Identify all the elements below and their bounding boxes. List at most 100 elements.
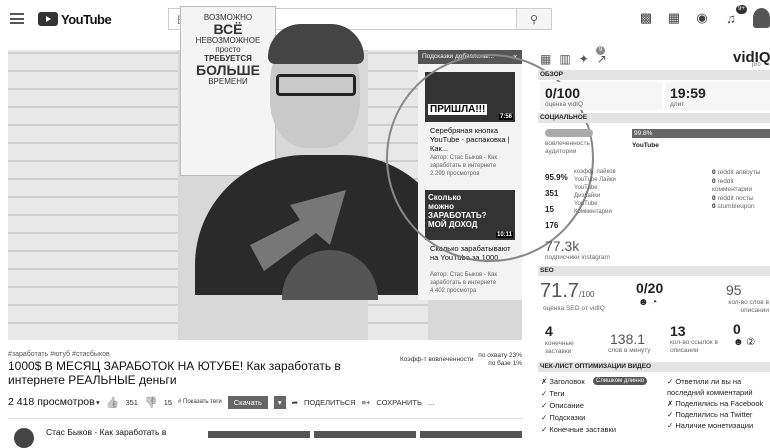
logo-text: YouTube [61,11,112,27]
engagement-label: вовлеченность [545,140,590,147]
user-avatar[interactable] [753,8,770,28]
messages-icon[interactable]: ◉ [693,9,711,27]
poster-line: НЕВОЗМОЖНОЕ [195,36,261,45]
bar [208,431,310,438]
yt-likes: 351 [545,189,559,198]
youtube-label: YouTube [632,142,659,149]
more-button[interactable]: ... [428,398,434,407]
download-button[interactable]: Скачать [227,395,268,409]
audience-label: аудитории [545,148,577,155]
like-count: 351 [125,397,138,407]
hint-author: Автор: Стас Быков - Как заработать в инт… [430,272,498,286]
seo-score-label: оценка SEO от vidIQ [543,305,605,312]
engagement-reach: по охвату 23% [478,352,522,359]
channel-name[interactable]: Стас Быков - Как заработать в [46,427,166,437]
word-count: 95 [726,282,742,298]
show-tags-button[interactable]: # Показать теги [178,399,222,405]
social-header: СОЦИАЛЬНОЕ [538,113,770,123]
bar [314,431,416,438]
desc-links-count: 13 [670,323,686,339]
help-icon[interactable]: ☻ ② [733,337,755,348]
seo-zero: 0/20 [636,280,664,296]
engagement-bar [545,129,593,137]
duration-value: 19:59 [670,85,706,101]
check-item: ✓ Теги [541,389,565,398]
vidiq-pro-label: pro [752,62,761,68]
label: YouTube Лайки [574,177,616,183]
pct-bar [632,129,770,138]
val: 0 [712,194,716,202]
action-bar: ▾ 👍 351 👎 15 # Показать теги Скачать ▾ ➦… [96,394,434,410]
seo-status-icons: ☻ ◔ [638,297,658,308]
save-icon: ≡+ [361,397,371,407]
check-item: ✓ Ответили ли вы на последний комментари… [667,377,753,397]
label: коэфф. лайков [574,169,616,175]
val: 0 [712,203,716,210]
too-long-badge: Слишком длинно [593,377,648,385]
label: YouTube Дизлайки [574,185,601,199]
seo-score-value: 71.7 [540,280,579,302]
yt-dislikes: 15 [545,205,554,214]
hashtags[interactable]: #заработать #ютуб #стасбыков [8,351,110,358]
poster-line: ВСЁ [213,21,243,37]
vidiq-toolbar: ▦ ▥ ✦ ↗ [540,52,607,66]
reddit-stats: 0 reddit апвоуты 0 reddit комментарии 0 … [712,169,770,212]
motivational-poster: ВОЗМОЖНО ВСЁ НЕВОЗМОЖНОЕ просто ТРЕБУЕТС… [180,6,276,176]
pct-value: 99.8% [634,130,653,137]
val: 0 [712,169,716,176]
checklist-header: ЧЕК-ЛИСТ ОПТИМИЗАЦИИ ВИДЕО [538,362,770,372]
grid-icon[interactable]: ▦ [540,52,551,66]
poster-line: БОЛЬШЕ [196,62,260,78]
create-video-icon[interactable]: ▩ [637,9,655,27]
menu-icon[interactable] [10,13,24,24]
notification-badge: 9+ [736,5,747,14]
word-count-label: кол-во слов в описании [728,299,769,314]
brick-wall-left [8,50,178,340]
dislike-icon[interactable]: 👎 [144,396,158,409]
dislike-count: 15 [163,397,173,407]
like-icon[interactable]: 👍 [106,396,120,409]
check-item: ✓ Подсказки [541,413,586,422]
bar [420,431,522,438]
checklist-left: ✗ Заголовок ✓ Теги ✓ Описание ✓ Подсказк… [541,376,616,436]
engagement-label: Коэфф-т вовлеченности [400,356,474,363]
dropdown-icon[interactable]: ▾ [96,398,100,407]
channel-avatar[interactable] [14,428,34,448]
search-button[interactable]: ⚲ [516,8,552,30]
divider [8,418,522,419]
share-button[interactable]: ПОДЕЛИТЬСЯ [304,398,356,407]
twitter-icon[interactable]: ✦ [579,52,589,66]
words-per-minute-label: слов в минуту [608,347,651,354]
save-button[interactable]: СОХРАНИТЬ [376,398,422,407]
seo-score-suffix: /100 [578,290,595,299]
youtube-play-icon [38,12,58,26]
yt-comments: 176 [545,221,559,230]
check-item: ✓ Поделились на Twitter [667,410,753,419]
subscribe-bar [208,431,522,438]
engagement-base: по базе 1% [488,360,522,367]
stats-icon[interactable]: ▥ [559,52,570,66]
end-screens-label: конечные заставки [545,340,574,355]
share-icon: ➦ [291,397,298,407]
apps-icon[interactable]: ▦ [665,9,683,27]
seo-header: SEO [538,266,770,276]
label: reddit посты [717,194,754,202]
words-per-minute: 138.1 [610,331,646,347]
end-screens-count: 4 [545,323,553,339]
instagram-label: подписчики instagram [545,254,610,261]
download-options-button[interactable]: ▾ [273,395,286,409]
check-item: ✗ Поделились на Facebook [667,399,764,408]
presenter-glasses [276,74,356,96]
youtube-logo[interactable]: YouTube [38,11,112,27]
vidiq-badge: 9 [596,46,605,55]
view-count: 2 418 просмотров [8,396,95,408]
duration-label: длит. [670,101,686,108]
label: stumbleupon [717,203,755,210]
vidiq-score-label: оценка vidIQ [545,101,584,108]
label: reddit апвоуты [717,169,761,176]
instagram-value: 77.3k [545,238,580,254]
check-item: ✓ Конечные заставки [541,425,617,434]
label: YouTube Комментарии [574,201,612,215]
label: reddit комментарии [712,177,753,194]
check-item: ✓ Описание [541,401,584,410]
